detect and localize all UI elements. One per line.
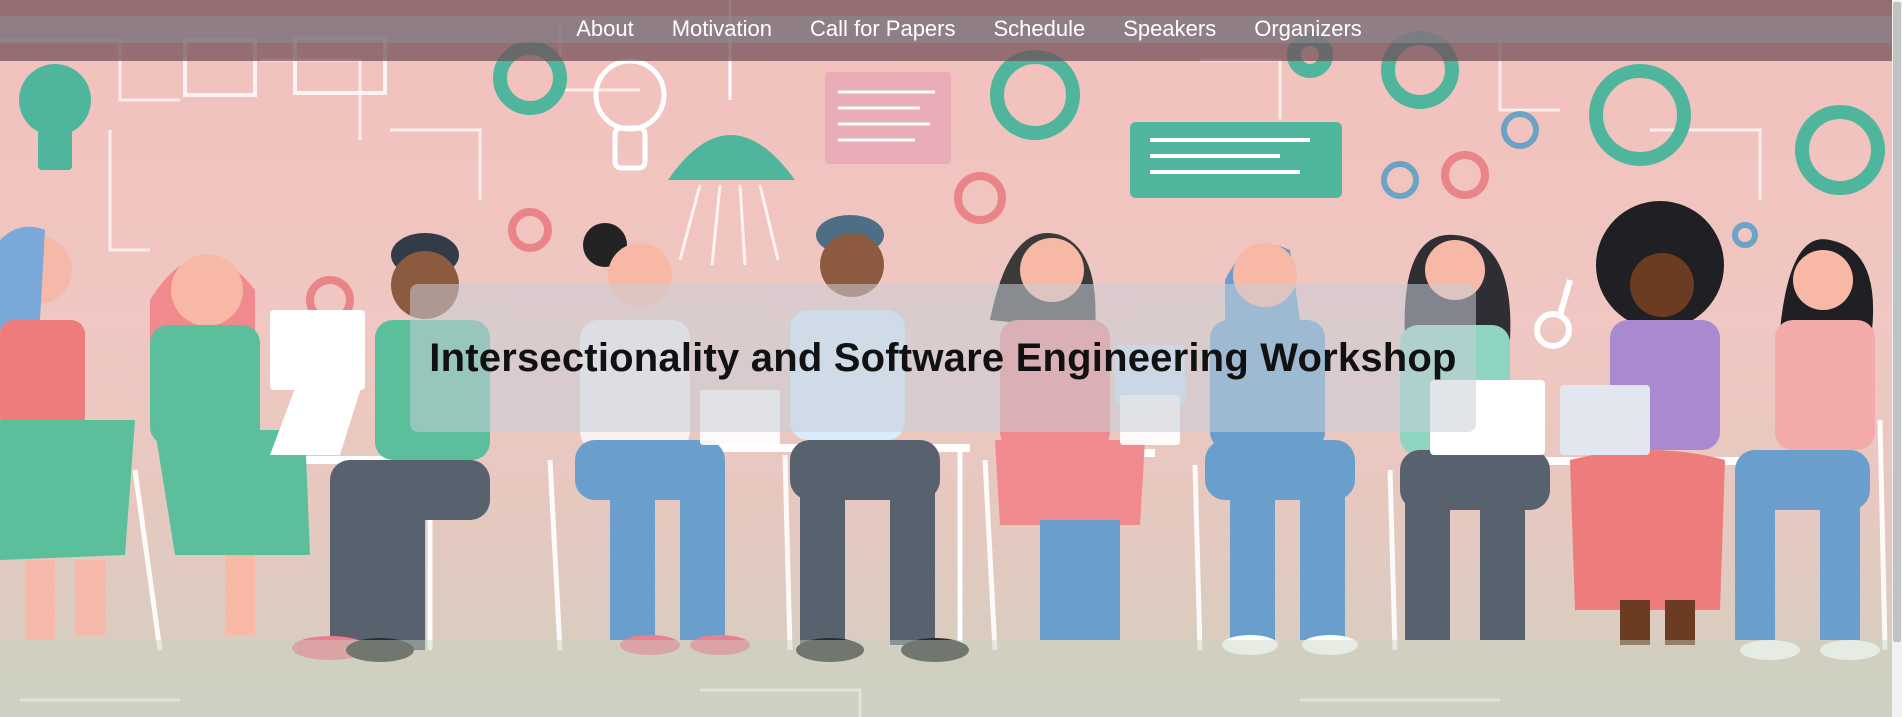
nav-link-organizers[interactable]: Organizers <box>1254 14 1362 44</box>
page: About Motivation Call for Papers Schedul… <box>0 0 1902 717</box>
nav-link-motivation[interactable]: Motivation <box>672 14 772 44</box>
top-navbar: About Motivation Call for Papers Schedul… <box>0 0 1892 61</box>
nav-links: About Motivation Call for Papers Schedul… <box>0 14 1892 44</box>
vertical-scrollbar[interactable] <box>1892 0 1902 717</box>
nav-link-about[interactable]: About <box>576 14 634 44</box>
nav-link-call-for-papers[interactable]: Call for Papers <box>810 14 956 44</box>
lightbulb-icon <box>593 58 667 171</box>
nav-link-speakers[interactable]: Speakers <box>1123 14 1216 44</box>
scrollbar-thumb[interactable] <box>1893 2 1901 642</box>
page-title: Intersectionality and Software Engineeri… <box>429 335 1457 380</box>
key-icon <box>1534 279 1573 349</box>
nav-link-schedule[interactable]: Schedule <box>994 14 1086 44</box>
hero-title-panel: Intersectionality and Software Engineeri… <box>410 284 1476 432</box>
